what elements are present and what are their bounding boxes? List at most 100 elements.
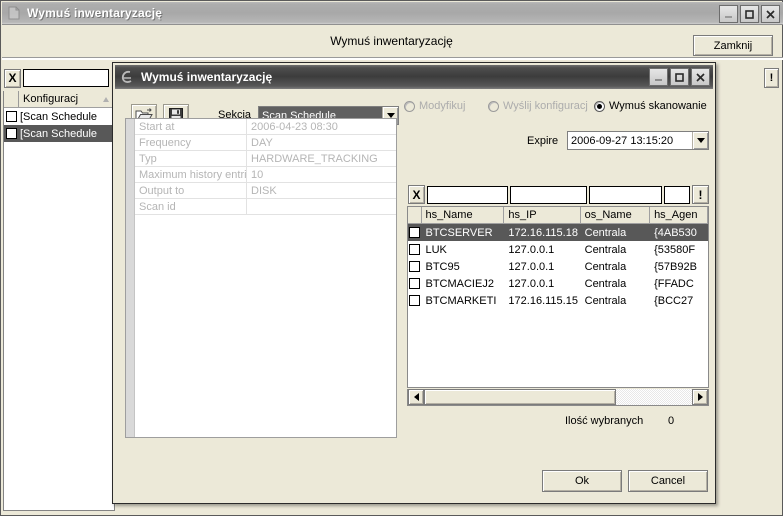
background-window-title: Wymuś inwentaryzację [27, 6, 163, 20]
list-item-label: [Scan Schedule [20, 127, 98, 140]
grid-clear-filter-button[interactable]: X [408, 185, 425, 204]
scrollbar-track[interactable] [424, 389, 692, 405]
table-row[interactable]: LUK 127.0.0.1 Centrala {53580F [408, 241, 708, 258]
row-checkbox[interactable] [6, 128, 17, 139]
row-checkbox[interactable] [6, 111, 17, 122]
property-row[interactable]: Scan id [135, 199, 396, 215]
property-value[interactable]: DAY [247, 137, 396, 149]
background-filter-bar: X [3, 67, 115, 89]
cell-hs-agent: {53580F [654, 243, 696, 256]
maximize-icon[interactable] [670, 68, 689, 86]
row-checkbox-cell[interactable] [408, 261, 421, 272]
properties-grid[interactable]: Start at 2006-04-23 08:30 Frequency DAY … [125, 118, 397, 438]
background-window-titlebar[interactable]: Wymuś inwentaryzację [2, 2, 783, 25]
maximize-icon[interactable] [740, 5, 759, 23]
properties-gutter [126, 119, 135, 437]
table-row[interactable]: BTC95 127.0.0.1 Centrala {57B92B [408, 258, 708, 275]
row-checkbox-cell[interactable] [408, 295, 421, 306]
cell-hs-name: BTC95 [425, 260, 460, 273]
grid-apply-filter-button[interactable]: ! [692, 185, 710, 204]
sort-ascending-icon [103, 96, 109, 102]
close-icon[interactable] [761, 5, 780, 23]
ok-button[interactable]: Ok [542, 470, 622, 492]
grid-filter-input-os-name[interactable] [589, 185, 663, 204]
cancel-button[interactable]: Cancel [628, 470, 708, 492]
property-value[interactable]: 10 [247, 169, 396, 181]
mode-radio-modyfikuj[interactable]: Modyfikuj [404, 100, 465, 112]
arrow-left-icon[interactable] [408, 389, 424, 405]
close-icon[interactable] [691, 68, 710, 86]
row-checkbox[interactable] [409, 278, 421, 289]
cell-hs-agent: {BCC27 [654, 294, 694, 307]
row-checkbox-cell[interactable] [408, 227, 421, 238]
table-header-row: hs_Name hs_IP os_Name hs_Agen [408, 207, 708, 224]
property-key: Typ [135, 151, 247, 166]
list-item[interactable]: [Scan Schedule [4, 125, 114, 142]
row-checkbox-cell[interactable] [408, 244, 421, 255]
grid-filter-input-hs-agent[interactable] [664, 185, 691, 204]
force-inventory-dialog: Wymuś inwentaryzację Sekcja Scan Schedul… [112, 62, 716, 504]
property-key: Start at [135, 119, 247, 134]
column-header-os-name[interactable]: os_Name [581, 207, 651, 223]
table-row[interactable]: BTCSERVER 172.16.115.18 Centrala {4AB530 [408, 224, 708, 241]
property-value[interactable]: HARDWARE_TRACKING [247, 153, 396, 165]
selected-count-value: 0 [668, 415, 675, 427]
cell-hs-ip: 172.16.115.15 [508, 294, 578, 307]
cell-hs-name: BTCSERVER [425, 226, 493, 239]
cell-hs-name: LUK [425, 243, 447, 256]
row-checkbox[interactable] [409, 261, 421, 272]
property-row[interactable]: Typ HARDWARE_TRACKING [135, 151, 396, 167]
mode-radio-wymus-skanowanie[interactable]: Wymuś skanowanie [594, 100, 707, 112]
table-row[interactable]: BTCMARKETI 172.16.115.15 Centrala {BCC27 [408, 292, 708, 309]
minimize-icon[interactable] [649, 68, 668, 86]
column-header-hs-name[interactable]: hs_Name [422, 207, 505, 223]
mode-radio-label: Wymuś skanowanie [609, 100, 707, 112]
configuration-list[interactable]: Konfiguracj [Scan Schedule [Scan Schedul… [3, 91, 115, 511]
grid-filter-bar: X ! [407, 183, 710, 206]
property-value[interactable]: DISK [247, 185, 396, 197]
column-header-hs-agent[interactable]: hs_Agen [650, 207, 708, 223]
cell-hs-agent: {FFADC [654, 277, 694, 290]
row-checkbox[interactable] [409, 244, 421, 255]
cell-hs-ip: 127.0.0.1 [508, 260, 555, 273]
table-header-corner [408, 207, 422, 223]
grid-filter-input-hs-name[interactable] [426, 185, 508, 204]
property-row[interactable]: Output to DISK [135, 183, 396, 199]
dialog-titlebar[interactable]: Wymuś inwentaryzację [115, 65, 713, 89]
clear-filter-button[interactable]: X [4, 68, 21, 88]
property-key: Frequency [135, 135, 247, 150]
property-key: Scan id [135, 199, 247, 214]
minimize-icon[interactable] [719, 5, 738, 23]
cell-hs-ip: 172.16.115.18 [508, 226, 578, 239]
mode-radio-label: Modyfikuj [419, 100, 466, 112]
chevron-down-icon[interactable] [692, 132, 708, 149]
column-header-hs-ip[interactable]: hs_IP [504, 207, 581, 223]
list-item[interactable]: [Scan Schedule [4, 108, 114, 125]
table-horizontal-scrollbar[interactable] [407, 389, 709, 406]
property-row[interactable]: Frequency DAY [135, 135, 396, 151]
arrow-right-icon[interactable] [692, 389, 708, 405]
column-header-konfiguracja[interactable]: Konfiguracj [19, 91, 114, 107]
dialog-title: Wymuś inwentaryzację [141, 70, 273, 84]
close-window-button[interactable]: Zamknij [693, 35, 773, 56]
cell-os-name: Centrala [584, 277, 627, 290]
property-value[interactable]: 2006-04-23 08:30 [247, 121, 396, 133]
table-row[interactable]: BTCMACIEJ2 127.0.0.1 Centrala {FFADC [408, 275, 708, 292]
row-checkbox[interactable] [409, 295, 421, 306]
row-checkbox-cell[interactable] [408, 278, 421, 289]
mode-radio-label: Wyślij konfiguracj [503, 100, 588, 112]
expire-select-value: 2006-09-27 13:15:20 [571, 134, 674, 147]
filter-input[interactable] [23, 69, 109, 87]
property-row[interactable]: Start at 2006-04-23 08:30 [135, 119, 396, 135]
apply-filter-button[interactable]: ! [764, 68, 779, 88]
grid-filter-input-hs-ip[interactable] [509, 185, 588, 204]
background-window-controls [719, 5, 780, 23]
scrollbar-thumb[interactable] [424, 389, 616, 405]
hosts-table[interactable]: hs_Name hs_IP os_Name hs_Agen BTCSERVER … [407, 206, 709, 388]
mode-radio-wyslij-konfiguracje[interactable]: Wyślij konfiguracj [488, 100, 588, 112]
document-icon [6, 5, 22, 21]
property-row[interactable]: Maximum history entri 10 [135, 167, 396, 183]
header-divider [2, 57, 783, 60]
expire-select[interactable]: 2006-09-27 13:15:20 [567, 131, 709, 150]
row-checkbox[interactable] [409, 227, 421, 238]
